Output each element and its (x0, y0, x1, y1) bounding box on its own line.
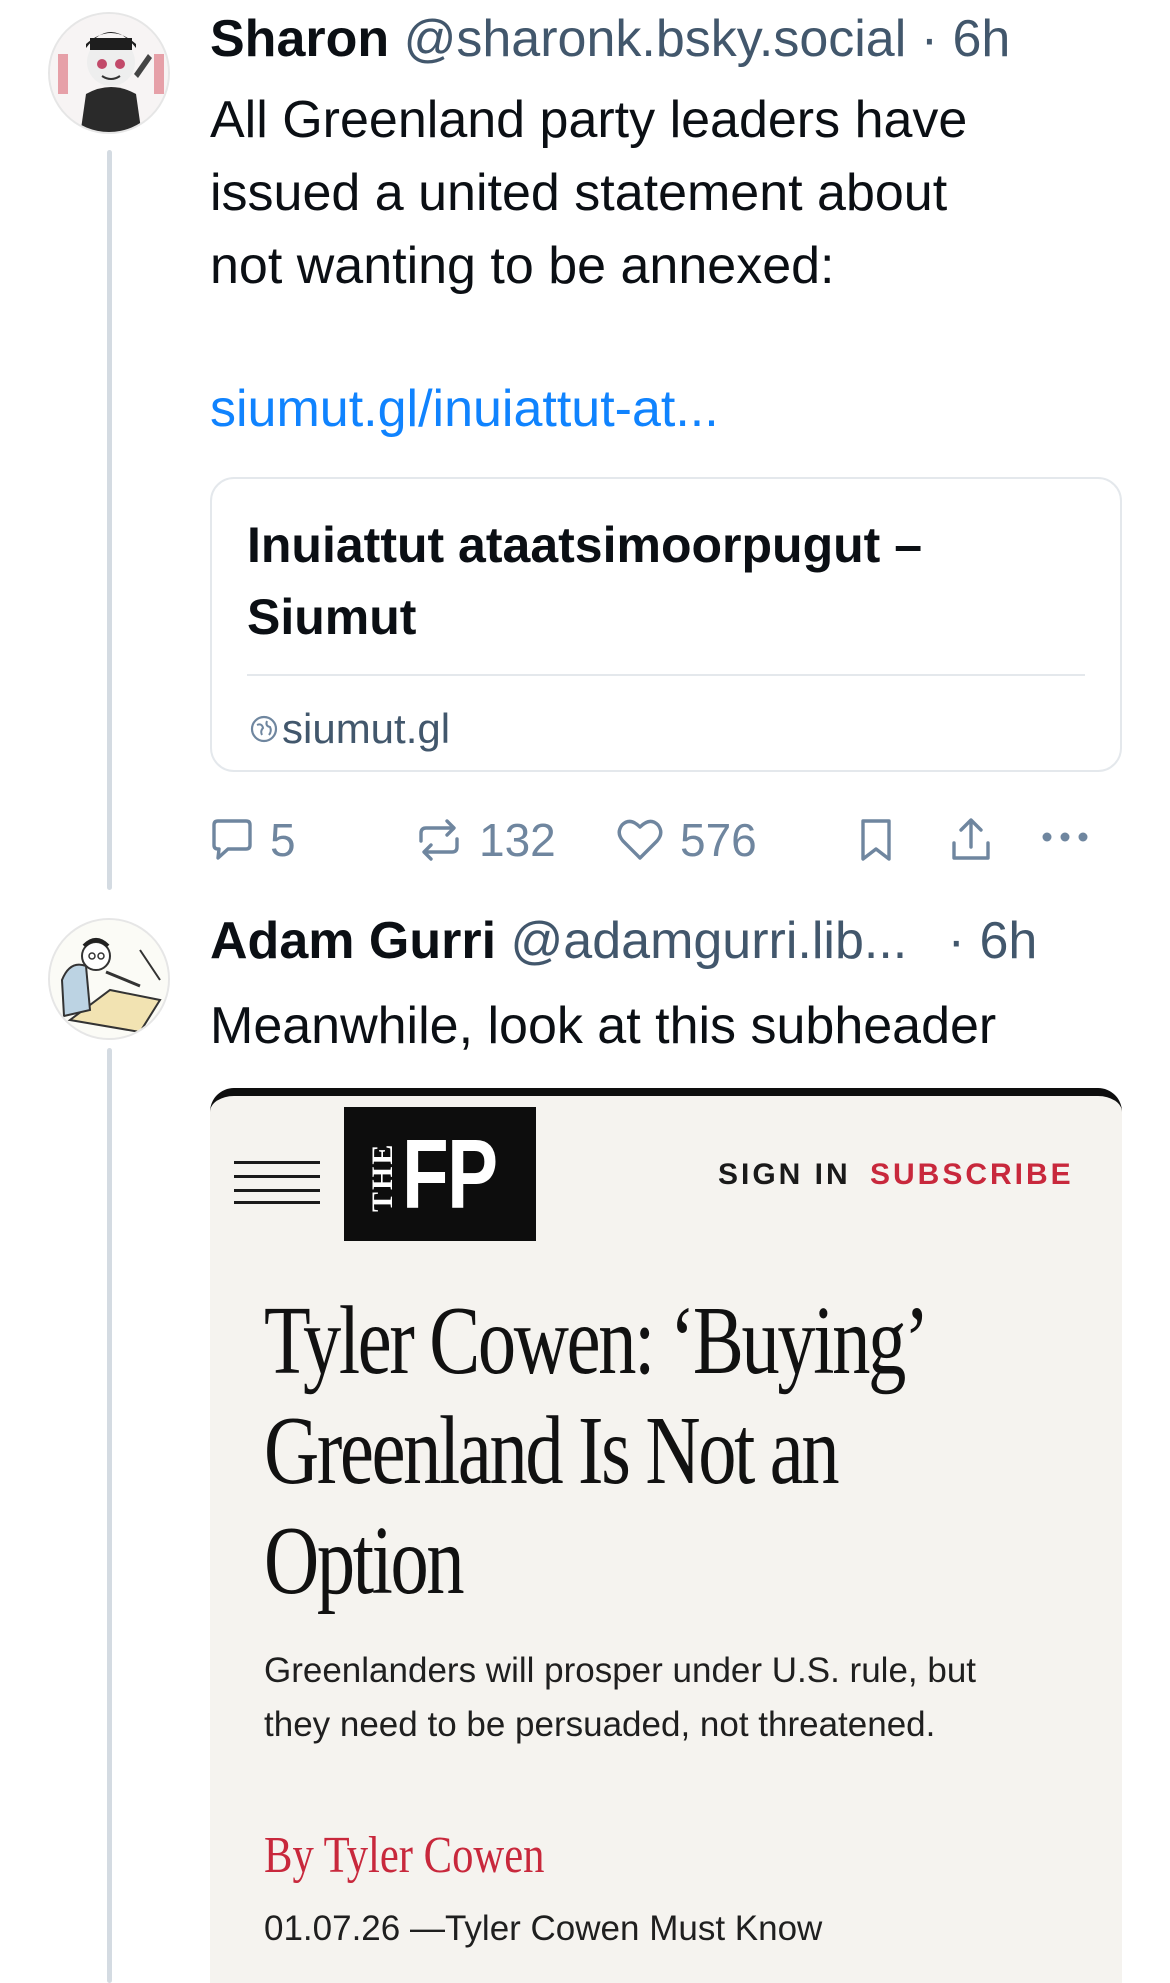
author-handle[interactable]: @adamgurri.lib... (511, 912, 908, 970)
post-time[interactable]: 6h (979, 912, 1037, 970)
post-text: Meanwhile, look at this subheader (210, 997, 997, 1055)
post-link[interactable]: siumut.gl/inuiattut-at... (210, 378, 719, 440)
link-preview-card[interactable]: Inuiattut ataatsimoorpugut – Siumut sium… (210, 477, 1122, 772)
separator: · (920, 10, 939, 68)
avatar[interactable] (48, 12, 170, 134)
fp-headline-line: Tyler Cowen: ‘Buying’ (264, 1287, 929, 1395)
fp-subheader: Greenlanders will prosper under U.S. rul… (264, 1644, 1064, 1752)
link-card-divider (247, 674, 1085, 676)
repost-arrows-icon (419, 819, 459, 861)
share-icon (952, 818, 990, 860)
fp-sign-in: SIGN IN (718, 1158, 851, 1191)
like-count: 576 (680, 814, 757, 866)
fp-dateline: 01.07.26 —Tyler Cowen Must Know (264, 1909, 823, 1948)
fp-logo: THE FP (344, 1107, 536, 1241)
share-button[interactable] (948, 805, 994, 875)
post-text-line: All Greenland party leaders have (210, 91, 968, 149)
author-name[interactable]: Sharon (210, 10, 389, 68)
post-text-line: issued a united statement about (210, 164, 948, 222)
post-time[interactable]: 6h (953, 10, 1011, 68)
bookmark-button[interactable] (856, 805, 896, 875)
more-dots-icon (1042, 832, 1088, 842)
reply-count: 5 (270, 814, 296, 866)
fp-headline-line: Greenland Is Not an (264, 1397, 840, 1505)
fp-logo-big: FP (402, 1119, 498, 1229)
link-card-domain: siumut.gl (282, 705, 451, 752)
embedded-image[interactable]: THE FP SIGN IN SUBSCRIBE Tyler Cowen: ‘B… (210, 1088, 1122, 1983)
reply-button[interactable]: 5 (206, 805, 296, 875)
fp-subheader-line: they need to be persuaded, not threatene… (264, 1705, 936, 1744)
fp-headline: Tyler Cowen: ‘Buying’ Greenland Is Not a… (264, 1286, 1091, 1616)
link-card-title: Inuiattut ataatsimoorpugut – Siumut (247, 517, 922, 645)
fp-byline: By Tyler Cowen (264, 1827, 545, 1884)
post-text-line: not wanting to be annexed: (210, 237, 835, 295)
post-actions: 5 132 576 (0, 805, 1170, 875)
post-text: All Greenland party leaders have issued … (210, 84, 967, 303)
hamburger-menu-icon (234, 1161, 320, 1204)
fp-logo-small: THE (366, 1142, 399, 1212)
bookmark-icon (861, 819, 891, 861)
heart-icon (617, 819, 663, 860)
repost-count: 132 (479, 814, 556, 866)
separator: · (947, 912, 965, 970)
repost-button[interactable]: 132 (413, 805, 556, 875)
fp-subscribe: SUBSCRIBE (870, 1158, 1074, 1191)
globe-icon (250, 715, 278, 743)
thread-line-1 (107, 150, 112, 890)
fp-subheader-line: Greenlanders will prosper under U.S. rul… (264, 1651, 977, 1690)
more-button[interactable] (1038, 805, 1092, 875)
avatar[interactable] (48, 918, 170, 1040)
post-header: Adam Gurri @adamgurri.lib... · 6h (210, 910, 1037, 972)
fp-headline-line: Option (264, 1507, 465, 1615)
reply-bubble-icon (212, 819, 252, 860)
post-header: Sharon @sharonk.bsky.social · 6h (210, 8, 1010, 70)
avatar-illustration (50, 14, 168, 132)
author-handle[interactable]: @sharonk.bsky.social (404, 10, 907, 68)
author-name[interactable]: Adam Gurri (210, 912, 496, 970)
like-button[interactable]: 576 (614, 805, 757, 875)
avatar-illustration (50, 920, 168, 1038)
thread-line-2 (107, 1048, 112, 1983)
